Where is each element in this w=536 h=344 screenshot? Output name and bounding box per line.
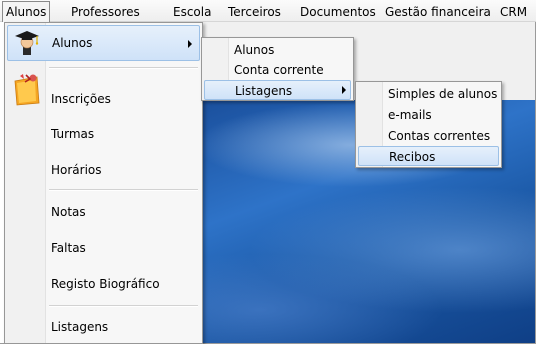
app-window: Alunos Professores Escola Terceiros Docu…: [0, 0, 536, 344]
submenu-item-contas-correntes[interactable]: Contas correntes: [358, 126, 499, 146]
menu-item-inscricoes[interactable]: Inscrições: [7, 73, 200, 125]
menu-documentos[interactable]: Documentos: [300, 4, 376, 20]
submenu-arrow-icon: [188, 40, 192, 48]
menu-item-label: Faltas: [51, 241, 86, 255]
menu-terceiros[interactable]: Terceiros: [228, 4, 281, 20]
submenu-item-conta-corrente[interactable]: Conta corrente: [204, 60, 351, 80]
menu-separator: [49, 189, 198, 191]
menu-professores[interactable]: Professores: [71, 4, 140, 20]
menu-item-label: Turmas: [51, 127, 95, 141]
menu-separator: [49, 305, 198, 307]
menu-alunos[interactable]: Alunos: [2, 1, 51, 22]
submenu-item-simples-de-alunos[interactable]: Simples de alunos: [358, 84, 499, 104]
submenu-item-listagens[interactable]: Listagens: [204, 80, 351, 100]
menu-crm[interactable]: CRM: [500, 4, 527, 20]
alunos-submenu: Alunos Conta corrente Listagens: [201, 37, 354, 101]
menu-item-label: Simples de alunos: [388, 87, 498, 101]
submenu-arrow-icon: [342, 86, 346, 94]
menu-item-label: Recibos: [389, 150, 436, 164]
menu-item-label: e-mails: [388, 108, 432, 122]
menu-bar: Alunos Professores Escola Terceiros Docu…: [0, 0, 536, 22]
student-graduation-icon: [14, 29, 40, 70]
menu-gestao-financeira[interactable]: Gestão financeira: [385, 4, 491, 20]
menu-item-label: Listagens: [51, 320, 109, 334]
menu-item-label: Registo Biográfico: [51, 277, 160, 291]
menu-item-label: Horários: [51, 163, 102, 177]
alunos-dropdown-menu: Alunos Inscrições Turmas Horários Notas …: [4, 22, 203, 344]
menu-item-notas[interactable]: Notas: [7, 199, 200, 225]
menu-item-label: Inscrições: [51, 92, 111, 106]
menu-item-label: Notas: [51, 205, 86, 219]
menu-item-registo-biografico[interactable]: Registo Biográfico: [7, 271, 200, 297]
menu-item-faltas[interactable]: Faltas: [7, 235, 200, 261]
menu-separator: [49, 67, 198, 69]
menu-item-listagens[interactable]: Listagens: [7, 314, 200, 340]
menu-item-turmas[interactable]: Turmas: [7, 121, 200, 147]
menu-item-label: Conta corrente: [234, 63, 324, 77]
menu-item-label: Alunos: [52, 36, 93, 50]
menu-escola[interactable]: Escola: [173, 4, 211, 20]
menu-item-label: Alunos: [234, 43, 275, 57]
menu-item-label: Listagens: [235, 84, 293, 98]
submenu-item-recibos[interactable]: Recibos: [358, 146, 499, 166]
menu-item-alunos[interactable]: Alunos: [7, 25, 200, 61]
menu-item-horarios[interactable]: Horários: [7, 157, 200, 183]
listagens-submenu: Simples de alunos e-mails Contas corrent…: [355, 81, 502, 168]
submenu-item-e-mails[interactable]: e-mails: [358, 105, 499, 125]
menu-item-label: Contas correntes: [388, 129, 491, 143]
submenu-item-alunos[interactable]: Alunos: [204, 40, 351, 60]
